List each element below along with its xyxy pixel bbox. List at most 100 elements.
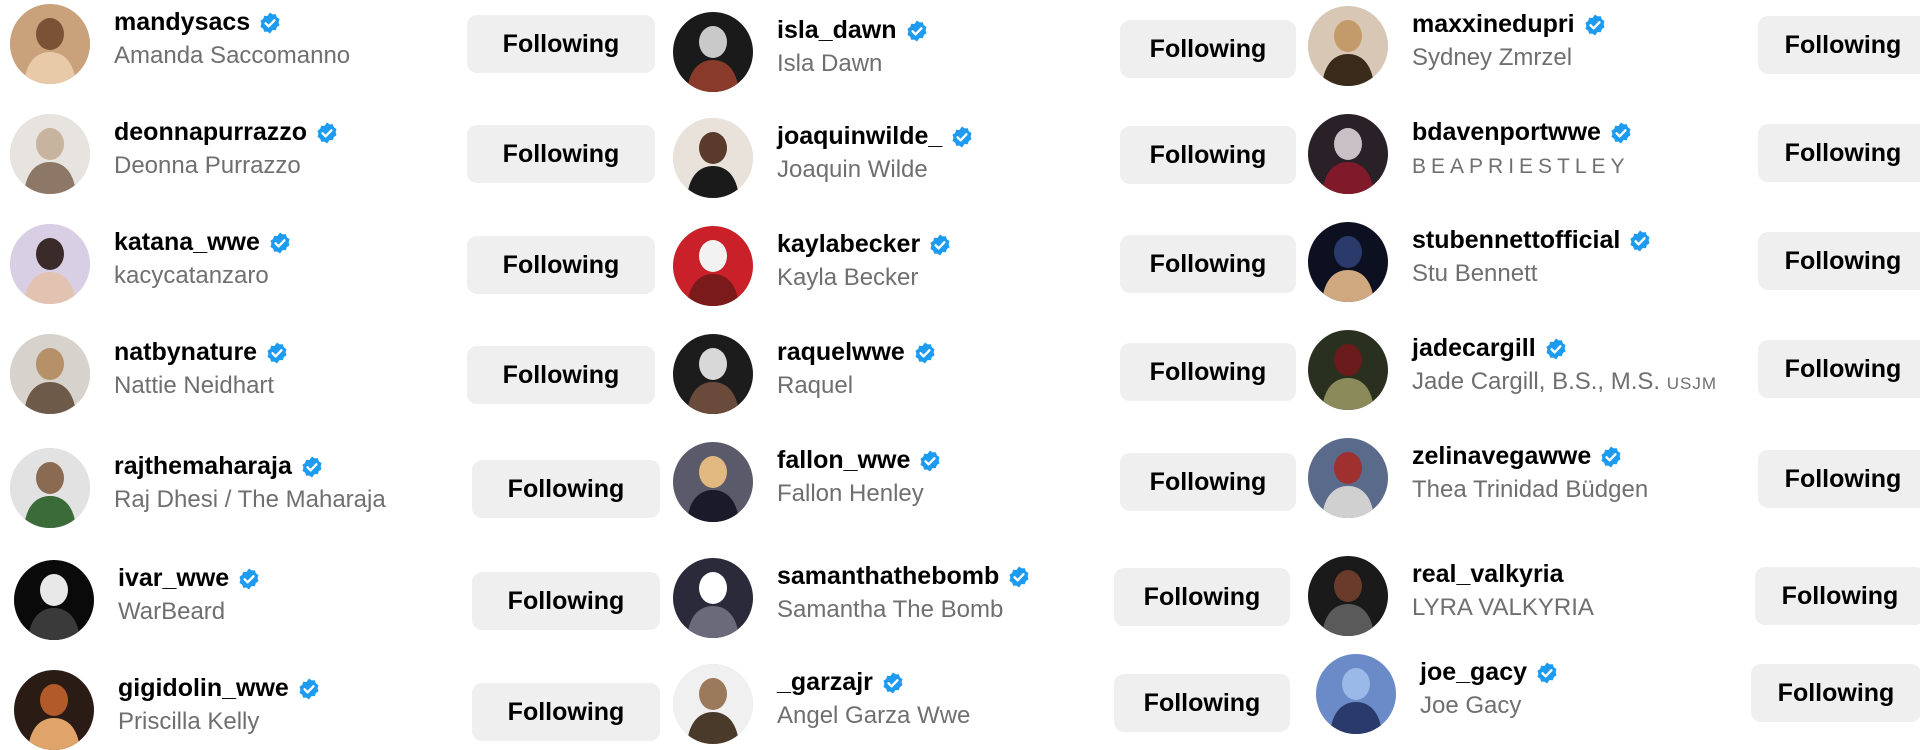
- following-button[interactable]: Following: [467, 346, 655, 404]
- avatar[interactable]: [673, 12, 753, 92]
- username-link[interactable]: gigidolin_wwe: [118, 674, 289, 703]
- avatar[interactable]: [1308, 114, 1388, 194]
- account-row: maxxinedupri Sydney Zmrzel: [1308, 6, 1748, 98]
- avatar[interactable]: [14, 670, 94, 750]
- account-row: zelinavegawwe Thea Trinidad Büdgen: [1308, 438, 1748, 530]
- full-name: Jade Cargill, B.S., M.S. USJM: [1412, 368, 1717, 396]
- full-name-text: Joe Gacy: [1420, 692, 1522, 719]
- following-list: mandysacs Amanda Saccomanno Following deonn…: [0, 0, 1920, 750]
- account-row: jadecargill Jade Cargill, B.S., M.S. USJM: [1308, 330, 1748, 422]
- full-name: Angel Garza Wwe: [777, 702, 970, 730]
- following-button[interactable]: Following: [1755, 567, 1920, 625]
- following-button[interactable]: Following: [1120, 343, 1296, 401]
- following-button[interactable]: Following: [1758, 124, 1920, 182]
- following-button[interactable]: Following: [1120, 126, 1296, 184]
- username-link[interactable]: ivar_wwe: [118, 564, 229, 593]
- account-row: kaylabecker Kayla Becker: [673, 226, 1110, 318]
- username-link[interactable]: natbynature: [114, 338, 257, 367]
- following-button[interactable]: Following: [467, 236, 655, 294]
- following-button[interactable]: Following: [1120, 20, 1296, 78]
- following-button[interactable]: Following: [1114, 674, 1290, 732]
- following-button[interactable]: Following: [467, 15, 655, 73]
- avatar[interactable]: [673, 118, 753, 198]
- verified-badge-icon: [265, 341, 289, 365]
- avatar[interactable]: [10, 4, 90, 84]
- full-name: Deonna Purrazzo: [114, 152, 301, 180]
- username-line: jadecargill: [1412, 334, 1568, 363]
- username-link[interactable]: mandysacs: [114, 8, 250, 37]
- avatar[interactable]: [10, 224, 90, 304]
- full-name-text: LYRA VALKYRIA: [1412, 594, 1594, 621]
- avatar[interactable]: [1308, 556, 1388, 636]
- username-link[interactable]: isla_dawn: [777, 16, 897, 45]
- account-row: natbynature Nattie Neidhart: [10, 334, 457, 426]
- username-link[interactable]: fallon_wwe: [777, 446, 910, 475]
- following-button[interactable]: Following: [1120, 235, 1296, 293]
- account-row: rajthemaharaja Raj Dhesi / The Maharaja: [10, 448, 462, 540]
- verified-badge-icon: [300, 455, 324, 479]
- following-button[interactable]: Following: [1758, 16, 1920, 74]
- following-button[interactable]: Following: [1758, 232, 1920, 290]
- following-button[interactable]: Following: [467, 125, 655, 183]
- avatar[interactable]: [1308, 330, 1388, 410]
- username-link[interactable]: maxxinedupri: [1412, 10, 1575, 39]
- verified-badge-icon: [1609, 121, 1633, 145]
- username-link[interactable]: raquelwwe: [777, 338, 905, 367]
- username-link[interactable]: deonnapurrazzo: [114, 118, 307, 147]
- username-link[interactable]: joe_gacy: [1420, 658, 1527, 687]
- full-name: Nattie Neidhart: [114, 372, 274, 400]
- avatar[interactable]: [673, 334, 753, 414]
- avatar[interactable]: [1308, 6, 1388, 86]
- full-name: BEAPRIESTLEY: [1412, 155, 1630, 179]
- following-button[interactable]: Following: [472, 460, 660, 518]
- full-name-text: Thea Trinidad Büdgen: [1412, 476, 1649, 503]
- verified-badge-icon: [950, 125, 974, 149]
- username-link[interactable]: joaquinwilde_: [777, 122, 942, 151]
- avatar[interactable]: [10, 114, 90, 194]
- full-name-suffix: USJM: [1666, 374, 1718, 393]
- full-name: Isla Dawn: [777, 50, 882, 78]
- account-row: mandysacs Amanda Saccomanno: [10, 4, 457, 96]
- following-button[interactable]: Following: [1114, 568, 1290, 626]
- avatar[interactable]: [673, 442, 753, 522]
- following-button[interactable]: Following: [472, 572, 660, 630]
- username-link[interactable]: jadecargill: [1412, 334, 1536, 363]
- avatar[interactable]: [673, 558, 753, 638]
- username-link[interactable]: bdavenportwwe: [1412, 118, 1601, 147]
- username-line: real_valkyria: [1412, 560, 1564, 589]
- avatar[interactable]: [10, 334, 90, 414]
- full-name-text: Samantha The Bomb: [777, 596, 1004, 623]
- avatar[interactable]: [1316, 654, 1396, 734]
- avatar[interactable]: [673, 226, 753, 306]
- avatar[interactable]: [10, 448, 90, 528]
- full-name: Priscilla Kelly: [118, 708, 259, 736]
- username-line: fallon_wwe: [777, 446, 942, 475]
- full-name-text: Jade Cargill, B.S., M.S.: [1412, 368, 1661, 395]
- avatar[interactable]: [673, 664, 753, 744]
- account-row: katana_wwe kacycatanzaro: [10, 224, 457, 316]
- username-link[interactable]: samanthathebomb: [777, 562, 999, 591]
- following-button[interactable]: Following: [1758, 450, 1920, 508]
- username-link[interactable]: zelinavegawwe: [1412, 442, 1591, 471]
- full-name-text: Angel Garza Wwe: [777, 702, 971, 729]
- username-link[interactable]: stubennettofficial: [1412, 226, 1620, 255]
- following-button[interactable]: Following: [1751, 664, 1920, 722]
- full-name-text: Amanda Saccomanno: [114, 42, 351, 69]
- username-link[interactable]: kaylabecker: [777, 230, 920, 259]
- username-line: katana_wwe: [114, 228, 292, 257]
- username-link[interactable]: _garzajr: [777, 668, 873, 697]
- username-line: raquelwwe: [777, 338, 937, 367]
- username-link[interactable]: real_valkyria: [1412, 560, 1564, 589]
- full-name: Joaquin Wilde: [777, 156, 928, 184]
- account-row: stubennettofficial Stu Bennett: [1308, 222, 1748, 314]
- following-button[interactable]: Following: [472, 683, 660, 741]
- username-line: stubennettofficial: [1412, 226, 1652, 255]
- avatar[interactable]: [14, 560, 94, 640]
- following-button[interactable]: Following: [1758, 340, 1920, 398]
- username-link[interactable]: katana_wwe: [114, 228, 260, 257]
- avatar[interactable]: [1308, 438, 1388, 518]
- account-row: joe_gacy Joe Gacy: [1316, 654, 1741, 746]
- username-link[interactable]: rajthemaharaja: [114, 452, 292, 481]
- avatar[interactable]: [1308, 222, 1388, 302]
- following-button[interactable]: Following: [1120, 453, 1296, 511]
